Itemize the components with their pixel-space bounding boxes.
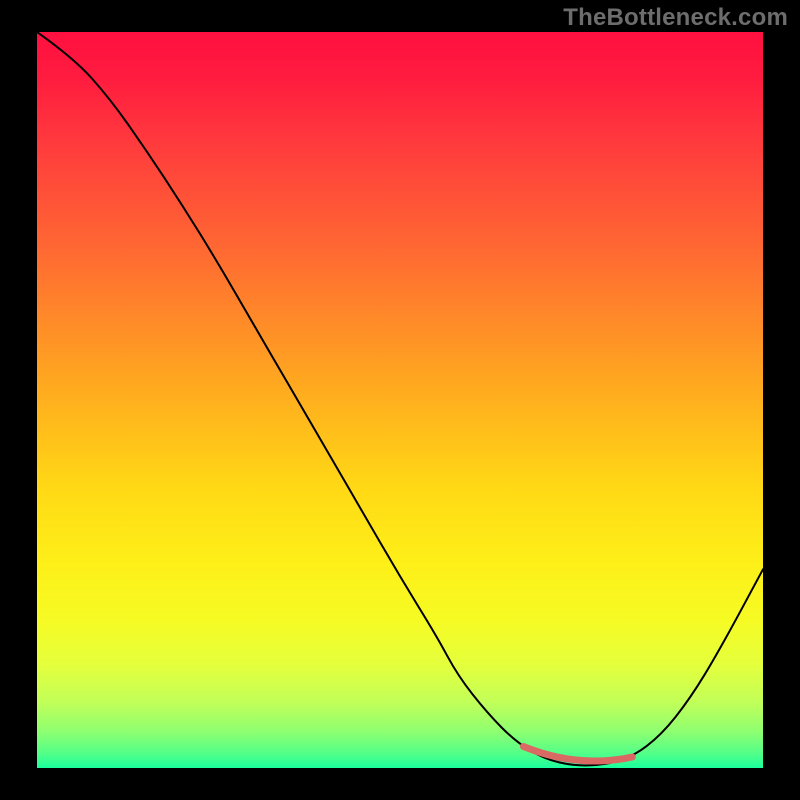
- chart-frame: TheBottleneck.com: [0, 0, 800, 800]
- watermark-text: TheBottleneck.com: [563, 4, 788, 32]
- curve-svg: [37, 32, 763, 768]
- plot-area: [37, 32, 763, 768]
- optimal-range-marker: [523, 747, 632, 762]
- bottleneck-curve-line: [37, 32, 763, 765]
